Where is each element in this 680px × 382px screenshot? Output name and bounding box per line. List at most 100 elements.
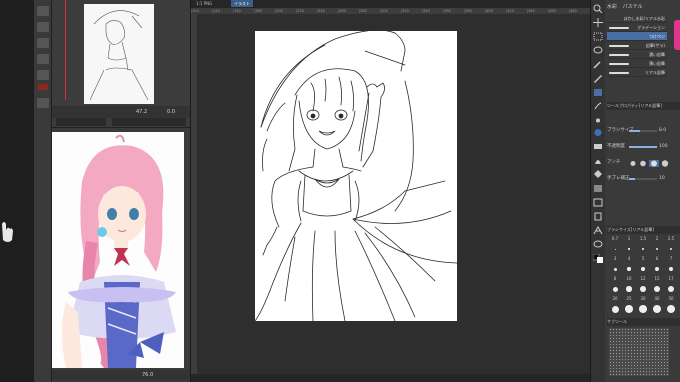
color-swatch-icon[interactable] xyxy=(593,254,603,263)
tab-watercolor[interactable]: 水彩 xyxy=(607,2,617,12)
ruler-tick: |160 xyxy=(233,9,241,13)
decoration-icon[interactable] xyxy=(593,128,603,137)
navigator-zoom[interactable]: 47.2 xyxy=(136,106,147,118)
brush-size-header: ブラシサイズ[リアル鉛筆] xyxy=(607,226,680,234)
property-value: 10 xyxy=(659,176,665,181)
tool-button[interactable] xyxy=(37,54,49,64)
brush-size-label: 12 xyxy=(640,276,646,281)
brush-size-label: 25 xyxy=(626,296,632,301)
brush-size-dot[interactable] xyxy=(639,305,647,313)
brush-size-dot[interactable] xyxy=(612,286,618,292)
tool-button[interactable] xyxy=(37,70,49,80)
brush-item[interactable]: 薄い鉛筆 xyxy=(607,59,667,68)
brush-size-dot[interactable] xyxy=(642,248,644,250)
balloon-icon[interactable] xyxy=(593,240,603,249)
tool-button[interactable] xyxy=(37,6,49,16)
ruler-tick: |140 xyxy=(212,9,220,13)
brush-size-dot[interactable] xyxy=(640,286,646,292)
texture-preview[interactable] xyxy=(609,328,669,376)
brush-size-dot[interactable] xyxy=(654,266,660,272)
property-slider[interactable] xyxy=(629,178,657,180)
move-icon[interactable] xyxy=(593,18,603,27)
brush-size-dot[interactable] xyxy=(655,247,659,251)
blend-icon[interactable] xyxy=(593,156,603,165)
tab-illustration[interactable]: イラスト xyxy=(231,0,253,7)
brush-size-dot[interactable] xyxy=(626,286,632,292)
magnifier-icon[interactable] xyxy=(593,4,603,13)
ruler-tick: |440 xyxy=(527,9,535,13)
tool-button[interactable] xyxy=(37,98,49,108)
brush-panel-tabs: 水彩 パステル xyxy=(607,2,680,12)
ruler-tick: |400 xyxy=(485,9,493,13)
tool-button[interactable] xyxy=(37,22,49,32)
brush-size-dot[interactable] xyxy=(627,267,631,271)
reference-status-bar: 76.0 xyxy=(52,370,190,380)
color-wheel-edge[interactable] xyxy=(674,20,680,50)
brush-size-label: 17 xyxy=(668,276,674,281)
line-sketch xyxy=(255,31,457,321)
color-chip[interactable] xyxy=(38,84,48,90)
airbrush-icon[interactable] xyxy=(593,116,603,125)
fill-icon[interactable] xyxy=(593,170,603,179)
figure-icon[interactable] xyxy=(593,198,603,207)
eraser-icon[interactable] xyxy=(593,142,603,151)
property-opacity[interactable]: 不透明度 100 xyxy=(607,142,680,152)
brush-item[interactable]: 鉛筆(ザラ) xyxy=(607,41,667,50)
timeline-marker xyxy=(65,0,66,100)
brush-size-label: 5 xyxy=(641,256,645,261)
pen-icon[interactable] xyxy=(593,74,603,83)
brush-size-label: 15 xyxy=(654,276,660,281)
brush-icon[interactable] xyxy=(593,102,603,111)
ruler-tick: |300 xyxy=(380,9,388,13)
brush-item[interactable]: 濃い鉛筆 xyxy=(607,50,667,59)
tab-pastel[interactable]: パステル xyxy=(623,2,643,12)
canvas-status-bar xyxy=(191,374,591,382)
frame-icon[interactable] xyxy=(593,212,603,221)
brush-size-dot[interactable] xyxy=(652,304,662,314)
property-antialias[interactable]: アンチ xyxy=(607,158,680,168)
antialias-options[interactable] xyxy=(629,160,673,167)
navigator-thumbnail[interactable] xyxy=(84,4,154,104)
lasso-icon[interactable] xyxy=(593,46,603,55)
navigator-bar: 47.2 0.0 xyxy=(52,106,190,118)
property-slider[interactable] xyxy=(629,130,657,132)
eyedropper-icon[interactable] xyxy=(593,60,603,69)
tab-bar: 1:1 PNG イラスト xyxy=(191,0,591,8)
brush-item[interactable]: リアル鉛筆 xyxy=(607,68,667,77)
select-icon[interactable] xyxy=(593,32,603,41)
tab-file[interactable]: 1:1 PNG xyxy=(193,0,215,7)
brush-size-dot[interactable] xyxy=(669,247,673,251)
ruler-tick: |260 xyxy=(338,9,346,13)
brush-size-dot[interactable] xyxy=(611,305,619,313)
navigator-slider[interactable] xyxy=(112,118,186,126)
gradient-icon[interactable] xyxy=(593,184,603,193)
text-icon[interactable] xyxy=(593,226,603,235)
brush-size-dot[interactable] xyxy=(641,267,645,271)
brush-size-dot[interactable] xyxy=(613,267,617,271)
pencil-icon[interactable] xyxy=(593,88,603,97)
property-label: 手ブレ補正 xyxy=(607,176,630,181)
navigator-angle[interactable]: 0.0 xyxy=(167,106,175,118)
brush-size-dot[interactable] xyxy=(614,248,616,250)
brush-size-dot[interactable] xyxy=(628,248,630,250)
brush-label: 濃い鉛筆 xyxy=(649,52,665,57)
brush-item-selected[interactable]: つけペン xyxy=(607,32,667,41)
brush-size-dot[interactable] xyxy=(668,266,674,272)
brush-size-dot[interactable] xyxy=(625,305,633,313)
reference-image[interactable] xyxy=(52,132,184,368)
drawing-canvas[interactable] xyxy=(255,31,457,321)
property-stabilization[interactable]: 手ブレ補正 10 xyxy=(607,174,680,184)
brush-item[interactable]: グラデーション xyxy=(607,23,667,32)
navigator-slider[interactable] xyxy=(56,118,106,126)
ruler-tick: |240 xyxy=(317,9,325,13)
brush-size-dot[interactable] xyxy=(653,285,661,293)
property-brush-size[interactable]: ブラシサイズ 8.0 xyxy=(607,126,680,136)
brush-item[interactable]: ぼかし水彩/リアル水彩 xyxy=(607,14,667,23)
property-slider[interactable] xyxy=(629,146,657,148)
brush-size-dot[interactable] xyxy=(666,304,676,314)
tool-button[interactable] xyxy=(37,38,49,48)
brush-size-dot[interactable] xyxy=(667,285,675,293)
reference-zoom[interactable]: 76.0 xyxy=(142,370,153,380)
brush-size-label: 2.5 xyxy=(667,236,675,241)
tool-column xyxy=(34,0,52,382)
